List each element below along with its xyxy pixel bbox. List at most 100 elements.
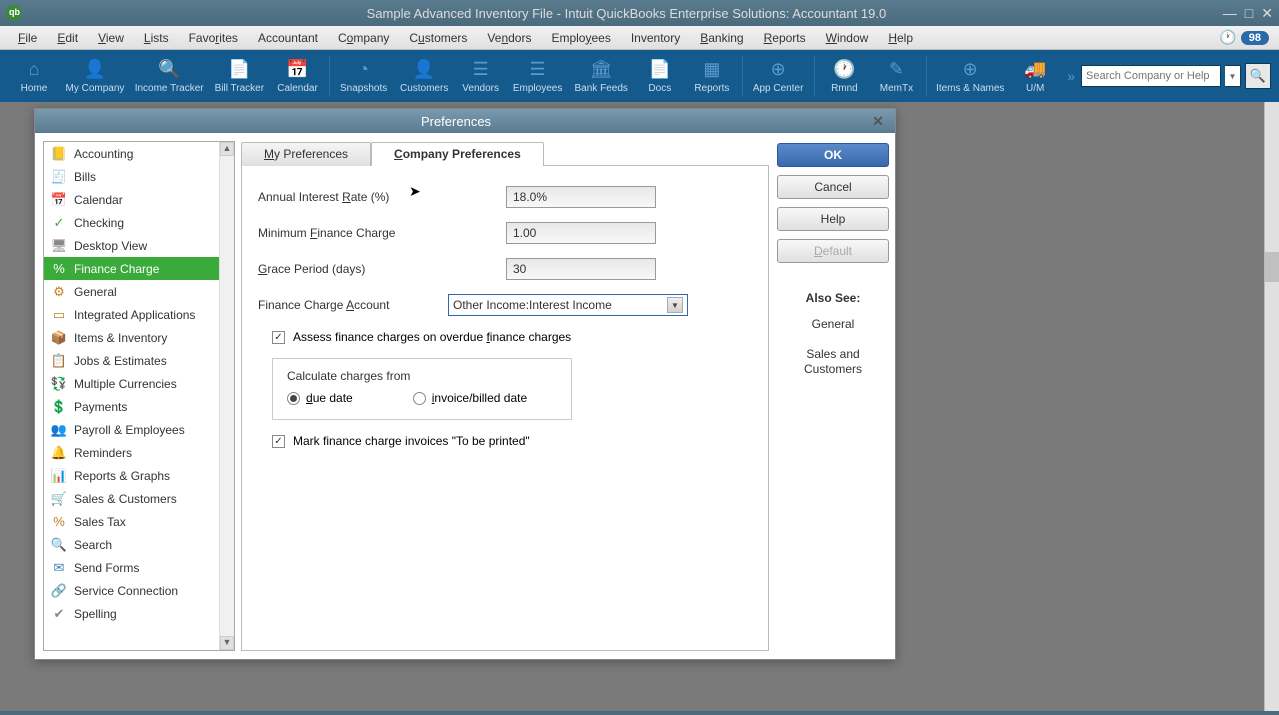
- category-label: Send Forms: [70, 561, 139, 575]
- pref-category-sales-customers[interactable]: 🛒Sales & Customers: [44, 487, 219, 510]
- category-label: Bills: [70, 170, 96, 184]
- menu-window[interactable]: Window: [818, 28, 877, 48]
- also-see-general[interactable]: General: [777, 317, 889, 333]
- menu-reports[interactable]: Reports: [756, 28, 814, 48]
- pref-category-general[interactable]: ⚙General: [44, 280, 219, 303]
- pref-category-finance-charge[interactable]: %Finance Charge: [44, 257, 219, 280]
- finance-account-select[interactable]: Other Income:Interest Income ▼: [448, 294, 688, 316]
- pref-category-sales-tax[interactable]: %Sales Tax: [44, 510, 219, 533]
- pref-category-payments[interactable]: 💲Payments: [44, 395, 219, 418]
- pref-category-calendar[interactable]: 📅Calendar: [44, 188, 219, 211]
- pref-category-multiple-currencies[interactable]: 💱Multiple Currencies: [44, 372, 219, 395]
- scroll-up-arrow[interactable]: ▲: [220, 142, 234, 156]
- pref-category-accounting[interactable]: 📒Accounting: [44, 142, 219, 165]
- toolbar-label: U/M: [1026, 83, 1044, 94]
- maximize-button[interactable]: □: [1245, 5, 1253, 22]
- category-label: Integrated Applications: [70, 308, 195, 322]
- pref-category-integrated-applications[interactable]: ▭Integrated Applications: [44, 303, 219, 326]
- annual-rate-input[interactable]: [506, 186, 656, 208]
- help-button[interactable]: Help: [777, 207, 889, 231]
- category-icon: 📦: [48, 329, 70, 347]
- toolbar-bill-tracker[interactable]: 📄Bill Tracker: [208, 57, 270, 96]
- toolbar-overflow-button[interactable]: »: [1061, 68, 1081, 84]
- menu-customers[interactable]: Customers: [401, 28, 475, 48]
- toolbar-reports[interactable]: ▦Reports: [686, 57, 738, 96]
- toolbar-bank-feeds[interactable]: 🏛Bank Feeds: [569, 57, 634, 96]
- pref-category-search[interactable]: 🔍Search: [44, 533, 219, 556]
- pref-category-service-connection[interactable]: 🔗Service Connection: [44, 579, 219, 602]
- finance-account-label: Finance Charge Account: [258, 298, 448, 312]
- calculate-from-fieldset: Calculate charges from due date invoice/…: [272, 358, 572, 420]
- category-scrollbar[interactable]: ▲ ▼: [219, 142, 234, 650]
- toolbar-u-m[interactable]: 🚚U/M: [1009, 57, 1061, 96]
- menu-accountant[interactable]: Accountant: [250, 28, 326, 48]
- menu-inventory[interactable]: Inventory: [623, 28, 688, 48]
- menu-file[interactable]: File: [10, 28, 45, 48]
- menu-edit[interactable]: Edit: [49, 28, 86, 48]
- also-see-sales-customers[interactable]: Sales and Customers: [777, 347, 889, 378]
- toolbar-calendar[interactable]: 📅Calendar: [270, 57, 324, 96]
- radio-invoice-date[interactable]: invoice/billed date: [413, 391, 527, 405]
- pref-category-payroll-employees[interactable]: 👥Payroll & Employees: [44, 418, 219, 441]
- dialog-close-button[interactable]: ✕: [869, 113, 887, 130]
- dialog-titlebar[interactable]: Preferences ✕: [35, 109, 895, 133]
- menu-employees[interactable]: Employees: [543, 28, 618, 48]
- min-charge-input[interactable]: [506, 222, 656, 244]
- toolbar-icon: 👤: [84, 59, 106, 81]
- category-label: Finance Charge: [70, 262, 159, 276]
- toolbar-items-names[interactable]: ⊕Items & Names: [931, 57, 1009, 96]
- window-controls: — □ ✕: [1223, 5, 1273, 22]
- search-input[interactable]: [1081, 65, 1221, 87]
- pref-category-items-inventory[interactable]: 📦Items & Inventory: [44, 326, 219, 349]
- notification-badge[interactable]: 98: [1241, 31, 1269, 45]
- assess-charges-checkbox[interactable]: ✓: [272, 331, 285, 344]
- menu-company[interactable]: Company: [330, 28, 397, 48]
- minimize-button[interactable]: —: [1223, 5, 1237, 22]
- menu-view[interactable]: View: [90, 28, 132, 48]
- reminders-clock-icon[interactable]: 🕐: [1219, 29, 1236, 46]
- scroll-down-arrow[interactable]: ▼: [220, 636, 234, 650]
- category-icon: 📅: [48, 191, 70, 209]
- pref-category-spelling[interactable]: ✔Spelling: [44, 602, 219, 625]
- menu-lists[interactable]: Lists: [136, 28, 177, 48]
- menu-help[interactable]: Help: [880, 28, 921, 48]
- toolbar-my-company[interactable]: 👤 My Company: [60, 57, 130, 96]
- menu-banking[interactable]: Banking: [692, 28, 751, 48]
- mark-printed-checkbox[interactable]: ✓: [272, 435, 285, 448]
- grace-period-label: Grace Period (days): [258, 262, 506, 276]
- pref-category-jobs-estimates[interactable]: 📋Jobs & Estimates: [44, 349, 219, 372]
- toolbar-home[interactable]: ⌂Home: [8, 57, 60, 96]
- toolbar-label: My Company: [66, 83, 125, 94]
- cancel-button[interactable]: Cancel: [777, 175, 889, 199]
- menu-favorites[interactable]: Favorites: [181, 28, 246, 48]
- radio-invoice-date-icon: [413, 392, 426, 405]
- toolbar-label: MemTx: [880, 83, 913, 94]
- toolbar-label: Bank Feeds: [575, 83, 628, 94]
- pref-category-desktop-view[interactable]: 🖥Desktop View: [44, 234, 219, 257]
- toolbar-app-center[interactable]: ⊕App Center: [747, 57, 810, 96]
- pref-category-bills[interactable]: 🧾Bills: [44, 165, 219, 188]
- toolbar-snapshots[interactable]: ◔Snapshots: [334, 57, 394, 96]
- search-dropdown-button[interactable]: ▼: [1225, 65, 1241, 87]
- pref-category-checking[interactable]: ✓Checking: [44, 211, 219, 234]
- search-go-button[interactable]: 🔍: [1245, 63, 1271, 89]
- pref-category-reminders[interactable]: 🔔Reminders: [44, 441, 219, 464]
- toolbar-employees[interactable]: ☰Employees: [507, 57, 569, 96]
- menu-vendors[interactable]: Vendors: [479, 28, 539, 48]
- grace-period-input[interactable]: [506, 258, 656, 280]
- pref-category-reports-graphs[interactable]: 📊Reports & Graphs: [44, 464, 219, 487]
- toolbar-docs[interactable]: 📄Docs: [634, 57, 686, 96]
- pref-category-send-forms[interactable]: ✉Send Forms: [44, 556, 219, 579]
- default-button[interactable]: Default: [777, 239, 889, 263]
- main-scrollbar[interactable]: [1264, 102, 1279, 711]
- ok-button[interactable]: OK: [777, 143, 889, 167]
- toolbar-rmnd[interactable]: 🕐Rmnd: [818, 57, 870, 96]
- tab-my-preferences[interactable]: My Preferences: [241, 142, 371, 166]
- toolbar-vendors[interactable]: ☰Vendors: [455, 57, 507, 96]
- radio-due-date[interactable]: due date: [287, 391, 353, 405]
- toolbar-income-tracker[interactable]: 🔍Income Tracker: [130, 57, 208, 96]
- close-button[interactable]: ✕: [1261, 5, 1273, 22]
- tab-company-preferences[interactable]: Company Preferences: [371, 142, 544, 166]
- toolbar-memtx[interactable]: ✎MemTx: [870, 57, 922, 96]
- toolbar-customers[interactable]: 👤Customers: [394, 57, 455, 96]
